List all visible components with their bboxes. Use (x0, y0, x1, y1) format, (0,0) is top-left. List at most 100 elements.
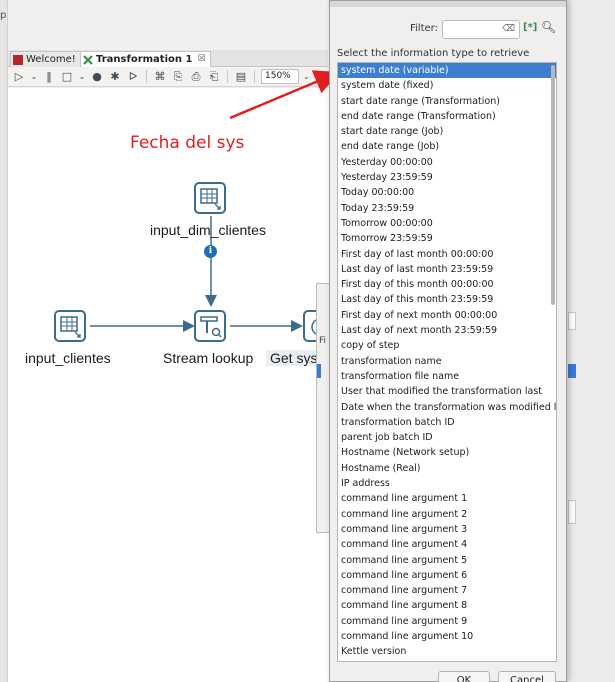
list-item[interactable]: Yesterday 23:59:59 (338, 170, 556, 185)
list-scrollbar[interactable] (551, 65, 555, 305)
regex-icon[interactable]: [*] (523, 22, 537, 33)
list-item[interactable]: parent job batch ID (338, 430, 556, 445)
stop-icon[interactable]: □ (60, 70, 74, 84)
left-panel-label: p (0, 10, 7, 21)
list-item[interactable]: command line argument 6 (338, 568, 556, 583)
step-label-stream-lookup: Stream lookup (163, 350, 254, 366)
toolbar-separator (146, 70, 147, 83)
chevron-down-icon[interactable]: ⌄ (303, 72, 310, 81)
clear-icon[interactable]: ⌫ (502, 24, 515, 34)
pentaho-icon (13, 54, 23, 65)
left-panel-strip: p (0, 0, 8, 682)
list-item[interactable]: Kettle version (338, 644, 556, 659)
list-item[interactable]: Today 00:00:00 (338, 185, 556, 200)
list-item[interactable]: start date range (Transformation) (338, 94, 556, 109)
list-item[interactable]: system date (variable) (338, 63, 556, 79)
list-item[interactable]: transformation batch ID (338, 415, 556, 430)
tab-welcome[interactable]: Welcome! (10, 51, 81, 67)
show-results-icon[interactable]: ▤ (234, 70, 248, 84)
list-item[interactable]: command line argument 5 (338, 553, 556, 568)
stop-dropdown-icon[interactable]: ⌄ (78, 70, 86, 84)
run-icon[interactable]: ▷ (12, 70, 26, 84)
transformation-toolbar: ▷ ⌄ ‖ □ ⌄ ● ✱ ᐅ ⌘ ⎘ ⎙ ⎗ ▤ 150% ⌄ (8, 67, 328, 87)
list-item[interactable]: command line argument 1 (338, 491, 556, 506)
instruction-label: Select the information type to retrieve (337, 48, 530, 59)
list-item[interactable]: Tomorrow 00:00:00 (338, 216, 556, 231)
list-item[interactable]: command line argument 7 (338, 583, 556, 598)
list-item[interactable]: command line argument 3 (338, 522, 556, 537)
list-item[interactable]: command line argument 10 (338, 629, 556, 644)
filter-label: Filter: (410, 23, 438, 34)
replay-icon[interactable]: ᐅ (126, 70, 140, 84)
list-item[interactable]: Date when the transformation was modifie… (338, 400, 556, 415)
table-input-icon (60, 316, 81, 338)
filter-input[interactable]: ⌫ (442, 20, 520, 39)
verify-icon[interactable]: ⌘ (153, 70, 167, 84)
list-item[interactable]: end date range (Transformation) (338, 109, 556, 124)
list-item[interactable]: copy of step (338, 338, 556, 353)
tab-transformation-label: Transformation 1 (96, 54, 193, 65)
cancel-button[interactable]: Cancel (498, 671, 556, 682)
list-item[interactable]: Last day of next month 23:59:59 (338, 323, 556, 338)
search-icon[interactable]: 🔍︎ (541, 20, 556, 34)
info-type-list[interactable]: system date (variable) system date (fixed… (337, 62, 557, 662)
list-item[interactable]: start date range (Job) (338, 124, 556, 139)
list-item[interactable]: Hostname (Real) (338, 461, 556, 476)
dialog-label-fragment: Fi (319, 336, 327, 346)
step-label-input-clientes: input_clientes (25, 350, 111, 366)
list-item[interactable]: First day of last month 00:00:00 (338, 247, 556, 262)
debug-icon[interactable]: ✱ (108, 70, 122, 84)
info-icon[interactable]: i (204, 245, 217, 258)
dialog-titlebar (330, 1, 566, 7)
stream-lookup-icon (200, 316, 222, 338)
tab-transformation-1[interactable]: Transformation 1 ☒ (80, 51, 211, 67)
hops-layer (90, 216, 303, 332)
background-field (568, 500, 576, 524)
list-item[interactable]: Yesterday 00:00:00 (338, 155, 556, 170)
list-item[interactable]: end date range (Job) (338, 139, 556, 154)
pause-icon[interactable]: ‖ (42, 70, 56, 84)
list-item[interactable]: transformation name (338, 354, 556, 369)
run-dropdown-icon[interactable]: ⌄ (30, 70, 38, 84)
step-label-input-dim-clientes: input_dim_clientes (150, 222, 266, 238)
list-item[interactable]: system date (fixed) (338, 78, 556, 93)
transformation-icon (83, 54, 93, 65)
list-item[interactable]: Last day of last month 23:59:59 (338, 262, 556, 277)
sql-icon[interactable]: ⎙ (189, 70, 203, 84)
list-item[interactable]: command line argument 2 (338, 507, 556, 522)
annotation-text: Fecha del sys (130, 133, 245, 153)
preview-icon[interactable]: ● (90, 70, 104, 84)
background-selected-row (568, 364, 576, 378)
explore-db-icon[interactable]: ⎗ (207, 70, 221, 84)
selected-row-fragment (317, 364, 321, 378)
list-item[interactable]: Today 23:59:59 (338, 201, 556, 216)
impact-icon[interactable]: ⎘ (171, 70, 185, 84)
list-item[interactable]: Hostname (Network setup) (338, 445, 556, 460)
step-input-dim-clientes[interactable] (194, 182, 226, 214)
list-item[interactable]: command line argument 4 (338, 537, 556, 552)
transformation-canvas[interactable]: input_dim_clientes i input_clientes Stre… (8, 88, 335, 682)
list-item[interactable]: User that modified the transformation la… (338, 384, 556, 399)
list-item[interactable]: transformation file name (338, 369, 556, 384)
info-type-dialog: Filter: ⌫ [*] 🔍︎ Select the information … (329, 0, 567, 682)
ok-button[interactable]: OK (438, 671, 490, 682)
list-item[interactable]: First day of this month 00:00:00 (338, 277, 556, 292)
window-right-edge (567, 0, 615, 682)
list-item[interactable]: First day of next month 00:00:00 (338, 308, 556, 323)
list-item[interactable]: command line argument 9 (338, 614, 556, 629)
background-field (568, 312, 576, 330)
list-item[interactable]: Last day of this month 23:59:59 (338, 292, 556, 307)
table-input-icon (200, 188, 221, 210)
toolbar-separator (254, 70, 255, 83)
step-stream-lookup[interactable] (194, 310, 226, 342)
toolbar-separator (227, 70, 228, 83)
step-label-get-system-info: Get sys (266, 350, 322, 366)
close-tab-icon[interactable]: ☒ (197, 52, 205, 67)
list-item[interactable]: command line argument 8 (338, 598, 556, 613)
tab-welcome-label: Welcome! (26, 54, 76, 65)
step-input-clientes[interactable] (54, 310, 86, 342)
editor-tab-bar: Welcome! Transformation 1 ☒ (8, 50, 328, 67)
list-item[interactable]: IP address (338, 476, 556, 491)
zoom-select[interactable]: 150% (261, 69, 299, 84)
list-item[interactable]: Tomorrow 23:59:59 (338, 231, 556, 246)
